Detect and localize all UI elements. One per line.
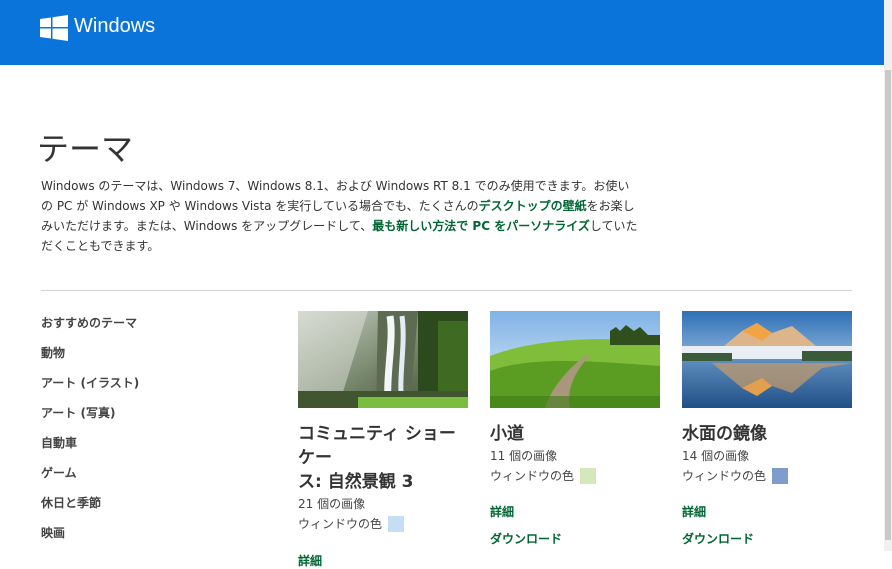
scrollbar-thumb[interactable] xyxy=(885,70,891,540)
path-theme-thumbnail[interactable] xyxy=(490,311,660,408)
sidebar-item-art-photo[interactable]: アート (写真) xyxy=(41,402,139,432)
window-color-row: ウィンドウの色 xyxy=(298,514,468,534)
window-color-swatch xyxy=(772,468,789,484)
theme-card: コミュニティ ショーケー ス: 自然景観 3 21 個の画像 ウィンドウの色 詳… xyxy=(298,311,468,569)
window-color-row: ウィンドウの色 xyxy=(490,466,660,486)
window-color-swatch xyxy=(388,516,405,532)
page-scrollbar[interactable] xyxy=(884,0,892,551)
category-sidebar: おすすめのテーマ 動物 アート (イラスト) アート (写真) 自動車 ゲーム … xyxy=(41,312,139,552)
window-color-label: ウィンドウの色 xyxy=(490,469,575,483)
details-link[interactable]: 詳細 xyxy=(298,552,468,569)
window-color-row: ウィンドウの色 xyxy=(682,466,852,486)
sidebar-item-movies[interactable]: 映画 xyxy=(41,522,139,552)
theme-card: 水面の鏡像 14 個の画像 ウィンドウの色 詳細 ダウンロード xyxy=(682,311,852,547)
sidebar-item-animals[interactable]: 動物 xyxy=(41,342,139,372)
windows-logo-icon[interactable] xyxy=(40,15,68,41)
sidebar-item-featured[interactable]: おすすめのテーマ xyxy=(41,312,139,342)
image-count: 11 個の画像 xyxy=(490,449,558,463)
window-color-label: ウィンドウの色 xyxy=(682,469,767,483)
details-link[interactable]: 詳細 xyxy=(682,503,852,520)
theme-title[interactable]: 小道 xyxy=(490,422,660,446)
image-count: 14 個の画像 xyxy=(682,449,750,463)
intro-paragraph: Windows のテーマは、Windows 7、Windows 8.1、および … xyxy=(41,176,641,256)
sidebar-item-automotive[interactable]: 自動車 xyxy=(41,432,139,462)
waterfall-theme-thumbnail[interactable] xyxy=(298,311,468,408)
window-color-label: ウィンドウの色 xyxy=(298,517,383,531)
details-link[interactable]: 詳細 xyxy=(490,503,660,520)
personalize-pc-link[interactable]: 最も新しい方法で PC をパーソナライズ xyxy=(372,219,590,233)
theme-title[interactable]: コミュニティ ショーケー ス: 自然景観 3 xyxy=(298,422,468,494)
desktop-wallpaper-link[interactable]: デスクトップの壁紙 xyxy=(479,199,587,213)
theme-card: 小道 11 個の画像 ウィンドウの色 詳細 ダウンロード xyxy=(490,311,660,547)
sidebar-item-games[interactable]: ゲーム xyxy=(41,462,139,492)
page-title: テーマ xyxy=(37,130,134,168)
theme-title[interactable]: 水面の鏡像 xyxy=(682,422,852,446)
sidebar-item-holidays[interactable]: 休日と季節 xyxy=(41,492,139,522)
sidebar-item-art-illustration[interactable]: アート (イラスト) xyxy=(41,372,139,402)
image-count: 21 個の画像 xyxy=(298,497,366,511)
section-divider xyxy=(41,290,852,291)
window-color-swatch xyxy=(580,468,597,484)
brand-name[interactable]: Windows xyxy=(74,15,155,38)
reflection-theme-thumbnail[interactable] xyxy=(682,311,852,408)
download-link[interactable]: ダウンロード xyxy=(490,530,660,547)
download-link[interactable]: ダウンロード xyxy=(682,530,852,547)
top-header-bar: Windows xyxy=(0,0,884,65)
